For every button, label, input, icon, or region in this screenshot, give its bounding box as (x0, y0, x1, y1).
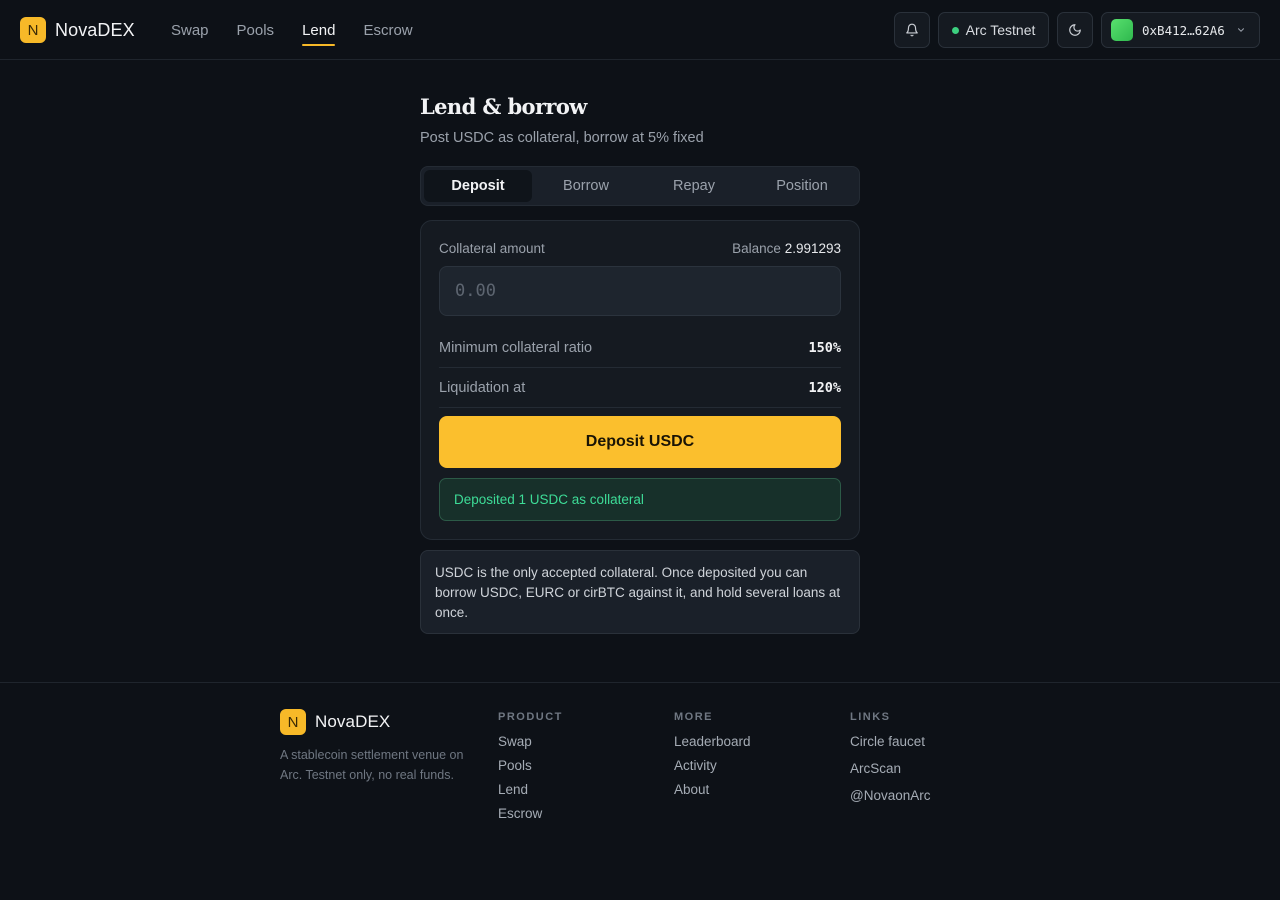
tab-deposit[interactable]: Deposit (424, 170, 532, 202)
liquidation-label: Liquidation at (439, 379, 526, 396)
logo-mark-icon: N (20, 17, 46, 43)
notifications-button[interactable] (894, 12, 930, 48)
nav-lend[interactable]: Lend (302, 0, 336, 60)
footer: N NovaDEX A stablecoin settlement venue … (0, 682, 1280, 900)
footer-link-twitter[interactable]: @NovaonArc (850, 788, 931, 804)
network-name: Arc Testnet (965, 22, 1036, 38)
footer-brand-name: NovaDEX (315, 712, 391, 731)
footer-link-circle-faucet[interactable]: Circle faucet (850, 734, 931, 750)
balance-value[interactable]: 2.991293 (785, 241, 841, 256)
footer-more-title: MORE (674, 711, 713, 723)
wallet-address: 0xB412…62A6 (1142, 22, 1225, 38)
collateral-info-note: USDC is the only accepted collateral. On… (420, 550, 860, 634)
footer-link-about[interactable]: About (674, 782, 751, 798)
collateral-amount-label: Collateral amount (439, 241, 545, 256)
min-ratio-label: Minimum collateral ratio (439, 339, 593, 356)
footer-link-swap[interactable]: Swap (498, 734, 563, 750)
page-subtitle: Post USDC as collateral, borrow at 5% fi… (420, 130, 704, 146)
min-ratio-value: 150% (808, 339, 841, 356)
footer-links-title: LINKS (850, 711, 891, 723)
network-selector[interactable]: Arc Testnet (938, 12, 1049, 48)
footer-logo-mark-icon: N (280, 709, 306, 735)
footer-link-pools[interactable]: Pools (498, 758, 563, 774)
bell-icon (906, 23, 918, 37)
footer-product-column: PRODUCT Swap Pools Lend Escrow (498, 711, 563, 830)
footer-link-arcscan[interactable]: ArcScan (850, 761, 931, 777)
theme-toggle-button[interactable] (1057, 12, 1093, 48)
nav-swap[interactable]: Swap (171, 0, 209, 60)
deposit-usdc-button[interactable]: Deposit USDC (439, 416, 841, 468)
liquidation-value: 120% (808, 379, 841, 396)
nav-escrow[interactable]: Escrow (363, 0, 412, 60)
chevron-down-icon (1237, 28, 1244, 32)
footer-link-escrow[interactable]: Escrow (498, 806, 563, 822)
lend-tabs: Deposit Borrow Repay Position (420, 166, 860, 206)
wallet-button[interactable]: 0xB412…62A6 (1101, 12, 1260, 48)
footer-more-column: MORE Leaderboard Activity About (674, 711, 751, 806)
footer-brand[interactable]: N NovaDEX (280, 709, 390, 735)
network-status-dot (951, 26, 959, 34)
balance-label: Balance (732, 241, 781, 256)
footer-tagline: A stablecoin settlement venue on Arc. Te… (280, 748, 464, 782)
footer-link-lend[interactable]: Lend (498, 782, 563, 798)
tab-repay[interactable]: Repay (640, 170, 748, 202)
footer-link-leaderboard[interactable]: Leaderboard (674, 734, 751, 750)
brand-logo[interactable]: N NovaDEX (20, 17, 135, 43)
footer-link-activity[interactable]: Activity (674, 758, 751, 774)
top-bar: N NovaDEX Swap Pools Lend Escrow Arc Tes… (0, 0, 1280, 60)
tab-position[interactable]: Position (748, 170, 856, 202)
success-message: Deposited 1 USDC as collateral (439, 478, 841, 521)
moon-icon (1069, 24, 1081, 36)
wallet-avatar (1111, 19, 1133, 41)
min-collateral-ratio-row: Minimum collateral ratio 150% (439, 328, 841, 368)
liquidation-row: Liquidation at 120% (439, 368, 841, 408)
page-title: Lend & borrow (420, 94, 587, 119)
nav-pools[interactable]: Pools (237, 0, 275, 60)
balance-display: Balance 2.991293 (732, 241, 841, 256)
brand-name: NovaDEX (55, 19, 135, 40)
footer-product-title: PRODUCT (498, 711, 563, 723)
footer-links-column: LINKS Circle faucet ArcScan @NovaonArc (850, 711, 931, 815)
deposit-card: Collateral amount Balance 2.991293 Minim… (420, 220, 860, 540)
collateral-amount-input[interactable] (439, 266, 841, 316)
tab-borrow[interactable]: Borrow (532, 170, 640, 202)
main-nav: Swap Pools Lend Escrow (171, 0, 441, 60)
